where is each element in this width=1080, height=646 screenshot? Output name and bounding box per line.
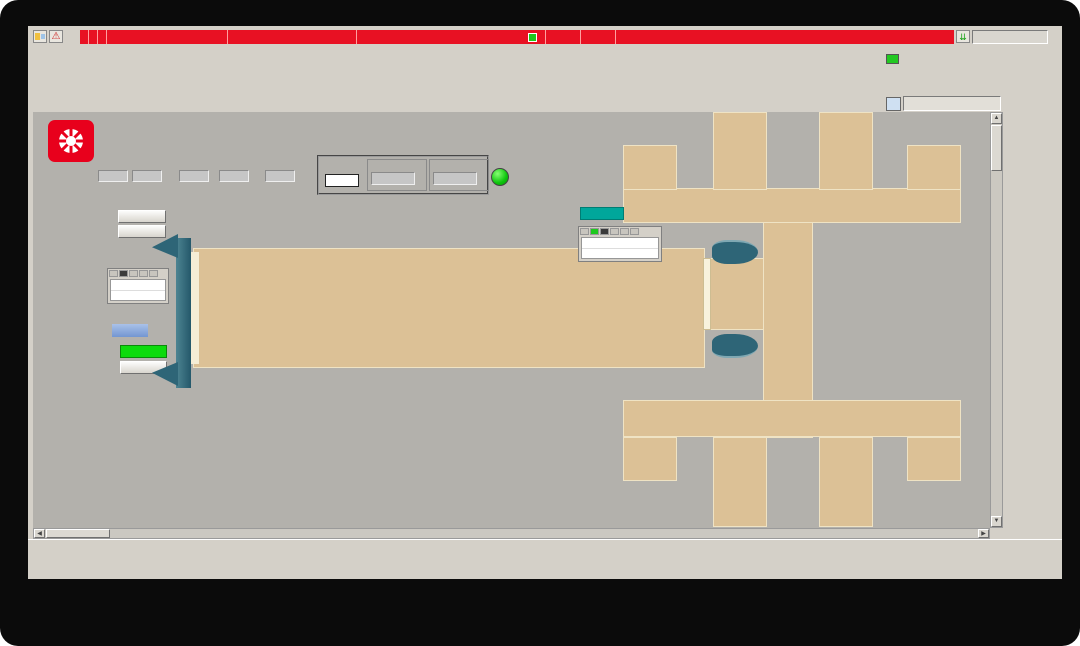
forehearth-column-b1 xyxy=(713,437,767,527)
fire-time-remaining-group xyxy=(429,159,489,191)
vertical-scrollbar[interactable]: ▲ ▼ xyxy=(990,112,1003,528)
alarm-warning-icon[interactable]: ⚠ xyxy=(49,30,63,43)
alarm-message xyxy=(228,30,357,44)
forehearth-stub-tr xyxy=(907,145,961,190)
faceplate-cell xyxy=(610,228,619,235)
vertical-scroll-thumb[interactable] xyxy=(991,125,1002,171)
throat-gate xyxy=(703,258,711,330)
forehearth-column-t2 xyxy=(819,112,873,190)
scroll-right-icon[interactable]: ▶ xyxy=(978,529,989,538)
forehearth-band-top xyxy=(623,188,961,223)
active-alarm-row[interactable] xyxy=(80,30,954,44)
fire-time-remaining-value[interactable] xyxy=(433,172,477,185)
screen-menu xyxy=(33,48,881,110)
alarm-tag xyxy=(107,30,228,44)
faceplate-cell xyxy=(109,270,118,277)
pt20-2-value[interactable] xyxy=(219,170,249,182)
alarm-date xyxy=(80,30,89,44)
screen: ⚠ ⇊ ▲ ▼ ◀ ▶ xyxy=(0,0,1080,646)
fire-time-set-value[interactable] xyxy=(371,172,415,185)
faceplate-cell xyxy=(119,270,128,277)
feeder-frequency-value[interactable] xyxy=(112,324,148,337)
faceplate-cell xyxy=(149,270,158,277)
forehearth-column-b2 xyxy=(819,437,873,527)
fire-time-set-group xyxy=(367,159,427,191)
current-user xyxy=(903,96,1001,111)
forehearth-band-bottom xyxy=(623,400,961,437)
alarm-list-icon[interactable] xyxy=(33,30,47,43)
faceplate-cell xyxy=(630,228,639,235)
tank-left-wall xyxy=(191,252,199,364)
te20-1-value[interactable] xyxy=(179,170,209,182)
fsw0-value[interactable] xyxy=(98,170,128,182)
pt20-1-value[interactable] xyxy=(132,170,162,182)
right-feeder-on-button[interactable] xyxy=(120,345,167,358)
button-toolbar xyxy=(28,539,1062,579)
process-view xyxy=(33,112,990,528)
throat-channel xyxy=(705,258,768,330)
alarm-count xyxy=(98,30,107,44)
faceplate-cell xyxy=(580,228,589,235)
batch-feeder-machine xyxy=(176,238,191,388)
fire-mode-value[interactable] xyxy=(325,174,359,187)
alarm-status xyxy=(523,30,546,44)
forehearth-stub-br xyxy=(907,437,961,481)
horizontal-scrollbar[interactable]: ◀ ▶ xyxy=(33,528,990,539)
faceplate-body xyxy=(110,279,166,301)
forehearth-stub-tl xyxy=(623,145,677,190)
forehearth-stub-bl xyxy=(623,437,677,481)
faceplate-cell xyxy=(129,270,138,277)
water-inlet-group xyxy=(96,148,216,188)
pe81-faceplate[interactable] xyxy=(578,226,662,262)
horizontal-scroll-thumb[interactable] xyxy=(46,529,110,538)
scroll-up-icon[interactable]: ▲ xyxy=(991,113,1002,124)
alarm-ack-icon[interactable]: ⇊ xyxy=(956,30,970,43)
cnbm-rosette-icon xyxy=(57,127,85,155)
stirrer-machine-top xyxy=(712,240,758,264)
alarm-bar: ⚠ ⇊ xyxy=(33,30,1062,44)
faceplate-cell xyxy=(600,228,609,235)
left-feeder-on-button[interactable] xyxy=(118,210,166,223)
stirrer-machine-bottom xyxy=(712,334,758,358)
te20-2-value[interactable] xyxy=(265,170,295,182)
forehearth-column-t1 xyxy=(713,112,767,190)
water-outlet-group xyxy=(213,148,333,188)
pe81-value[interactable] xyxy=(580,207,624,220)
faceplate-body xyxy=(581,237,659,259)
flame-status-lamp xyxy=(491,168,509,186)
faceplate-cell xyxy=(620,228,629,235)
faceplate-cell xyxy=(139,270,148,277)
faceplate-cell xyxy=(590,228,599,235)
scroll-left-icon[interactable]: ◀ xyxy=(34,529,45,538)
user-icon[interactable] xyxy=(886,97,901,111)
fire-change-panel xyxy=(317,155,489,195)
alarm-status-icon xyxy=(528,32,537,42)
scroll-down-icon[interactable]: ▼ xyxy=(991,516,1002,527)
system-datetime xyxy=(972,30,1048,44)
connection-status-chip xyxy=(886,54,899,64)
left-feeder-off-button[interactable] xyxy=(118,225,166,238)
alarm-time xyxy=(89,30,98,44)
level-gauge-faceplate[interactable] xyxy=(107,268,169,304)
cnbm-logo xyxy=(48,120,94,162)
melter-tank xyxy=(193,248,705,368)
